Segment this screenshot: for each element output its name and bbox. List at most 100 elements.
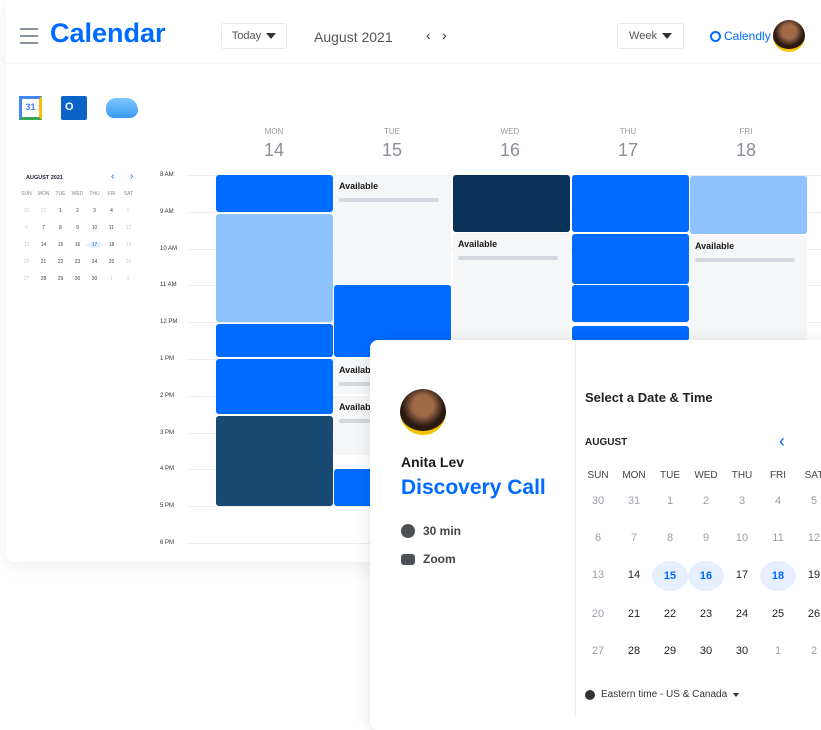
day-number: 17 [617, 140, 639, 160]
mini-day[interactable]: 12 [120, 225, 137, 231]
mini-day[interactable]: 22 [52, 259, 69, 265]
available-slot[interactable]: Available [453, 232, 570, 341]
mini-day[interactable]: 2 [120, 276, 137, 282]
event-block[interactable] [572, 175, 689, 233]
mini-day[interactable]: 18 [103, 242, 120, 248]
day-name: WED [500, 127, 520, 136]
booking-day[interactable]: 16 [688, 561, 724, 591]
booking-day: 20 [591, 608, 605, 620]
select-heading: Select a Date & Time [585, 390, 713, 405]
avatar[interactable] [773, 20, 805, 52]
mini-day[interactable]: 30 [18, 208, 35, 214]
event-block[interactable] [216, 324, 333, 358]
mini-day[interactable]: 29 [52, 276, 69, 282]
booking-day: 26 [807, 608, 821, 620]
mini-day[interactable]: 2 [69, 208, 86, 214]
mini-weekday: THU [89, 191, 100, 197]
booking-day: 11 [772, 532, 784, 544]
today-button[interactable]: Today [221, 23, 287, 49]
event-block[interactable] [572, 233, 689, 284]
mini-day[interactable]: 14 [35, 242, 52, 248]
time-label: 8 AM [160, 172, 174, 178]
mini-day[interactable]: 8 [52, 225, 69, 231]
booking-day: 9 [702, 532, 710, 544]
mini-day[interactable]: 25 [103, 259, 120, 265]
booking-calendar-grid: SUN MON TUE WED THU FRI SAT 30 31 1 2 3 4 5 6 7 8 9 10 11 12… [580, 470, 821, 657]
mini-day[interactable]: 15 [52, 242, 69, 248]
booking-day: 5 [810, 495, 818, 507]
mini-day[interactable]: 30 [69, 276, 86, 282]
mini-day[interactable]: 17 [86, 242, 103, 248]
event-block[interactable] [690, 176, 807, 234]
mini-prev-icon[interactable]: ‹ [111, 171, 114, 182]
mini-weekday: WED [71, 191, 84, 197]
booking-day: 1 [774, 645, 782, 657]
event-block[interactable] [453, 175, 570, 233]
day-name: TUE [384, 127, 400, 136]
mini-day[interactable]: 1 [103, 276, 120, 282]
mini-day[interactable]: 19 [120, 242, 137, 248]
mini-day[interactable]: 30 [86, 276, 103, 282]
mini-day[interactable]: 4 [103, 208, 120, 214]
booking-day: 8 [666, 532, 674, 544]
mini-day[interactable]: 11 [103, 225, 120, 231]
event-block[interactable] [216, 359, 333, 415]
event-block[interactable] [216, 213, 333, 323]
mini-day[interactable]: 1 [52, 208, 69, 214]
view-label: Week [629, 30, 657, 42]
booking-day: 2 [810, 645, 818, 657]
mini-day[interactable]: 21 [35, 259, 52, 265]
mini-day[interactable]: 13 [18, 242, 35, 248]
mini-day[interactable]: 16 [69, 242, 86, 248]
calendly-icon [710, 30, 721, 42]
mini-next-icon[interactable]: › [130, 171, 133, 182]
time-label: 9 AM [160, 208, 174, 215]
prev-week-icon[interactable]: ‹ [426, 27, 431, 43]
mini-weekday: FRI [107, 191, 116, 197]
event-block[interactable] [216, 175, 333, 212]
mini-day[interactable]: 6 [18, 225, 35, 231]
mini-weekday: TUE [55, 191, 66, 197]
mini-day[interactable]: 26 [120, 259, 137, 265]
outlook-icon[interactable]: O [61, 96, 87, 120]
booking-day: 14 [627, 569, 641, 581]
mini-day[interactable]: 3 [86, 208, 103, 214]
mini-day[interactable]: 28 [35, 276, 52, 282]
booking-day[interactable]: 15 [652, 561, 688, 591]
mini-day[interactable]: 24 [86, 259, 103, 265]
available-slot[interactable]: Available [334, 175, 451, 286]
booking-prev-month-icon[interactable]: ‹ [779, 431, 785, 452]
next-week-icon[interactable]: › [442, 27, 447, 43]
mini-day[interactable]: 5 [120, 208, 137, 214]
icloud-icon[interactable] [106, 98, 138, 118]
mini-day[interactable]: 23 [69, 259, 86, 265]
booking-day: 12 [807, 532, 821, 544]
menu-icon[interactable] [20, 28, 38, 44]
google-calendar-icon[interactable]: 31 [19, 96, 42, 120]
event-name: Discovery Call [401, 476, 546, 499]
booking-day: 3 [738, 495, 746, 507]
day-number: 18 [735, 140, 757, 160]
mini-day[interactable]: 9 [69, 225, 86, 231]
timezone-select[interactable]: Eastern time - US & Canada [585, 689, 740, 700]
booking-day[interactable]: 18 [760, 561, 796, 591]
time-label: 6 PM [160, 540, 175, 546]
day-header: TUE 15 [333, 127, 451, 161]
mini-day[interactable]: 10 [86, 225, 103, 231]
booking-day: 30 [591, 495, 605, 507]
day-header: THU 17 [569, 127, 687, 161]
time-label: 12 PM [160, 319, 178, 326]
mini-day[interactable]: 27 [18, 276, 35, 282]
booking-day: 27 [591, 645, 605, 657]
day-number: 14 [263, 140, 285, 160]
booking-day: 13 [591, 569, 605, 581]
booking-day: 1 [666, 495, 674, 507]
event-block[interactable] [572, 325, 689, 341]
event-block[interactable] [572, 285, 689, 323]
mini-day[interactable]: 20 [18, 259, 35, 265]
view-select[interactable]: Week [617, 23, 684, 49]
available-slot[interactable]: Available [690, 234, 807, 341]
event-block[interactable] [216, 416, 333, 507]
mini-day[interactable]: 7 [35, 225, 52, 231]
mini-day[interactable]: 31 [35, 208, 52, 214]
